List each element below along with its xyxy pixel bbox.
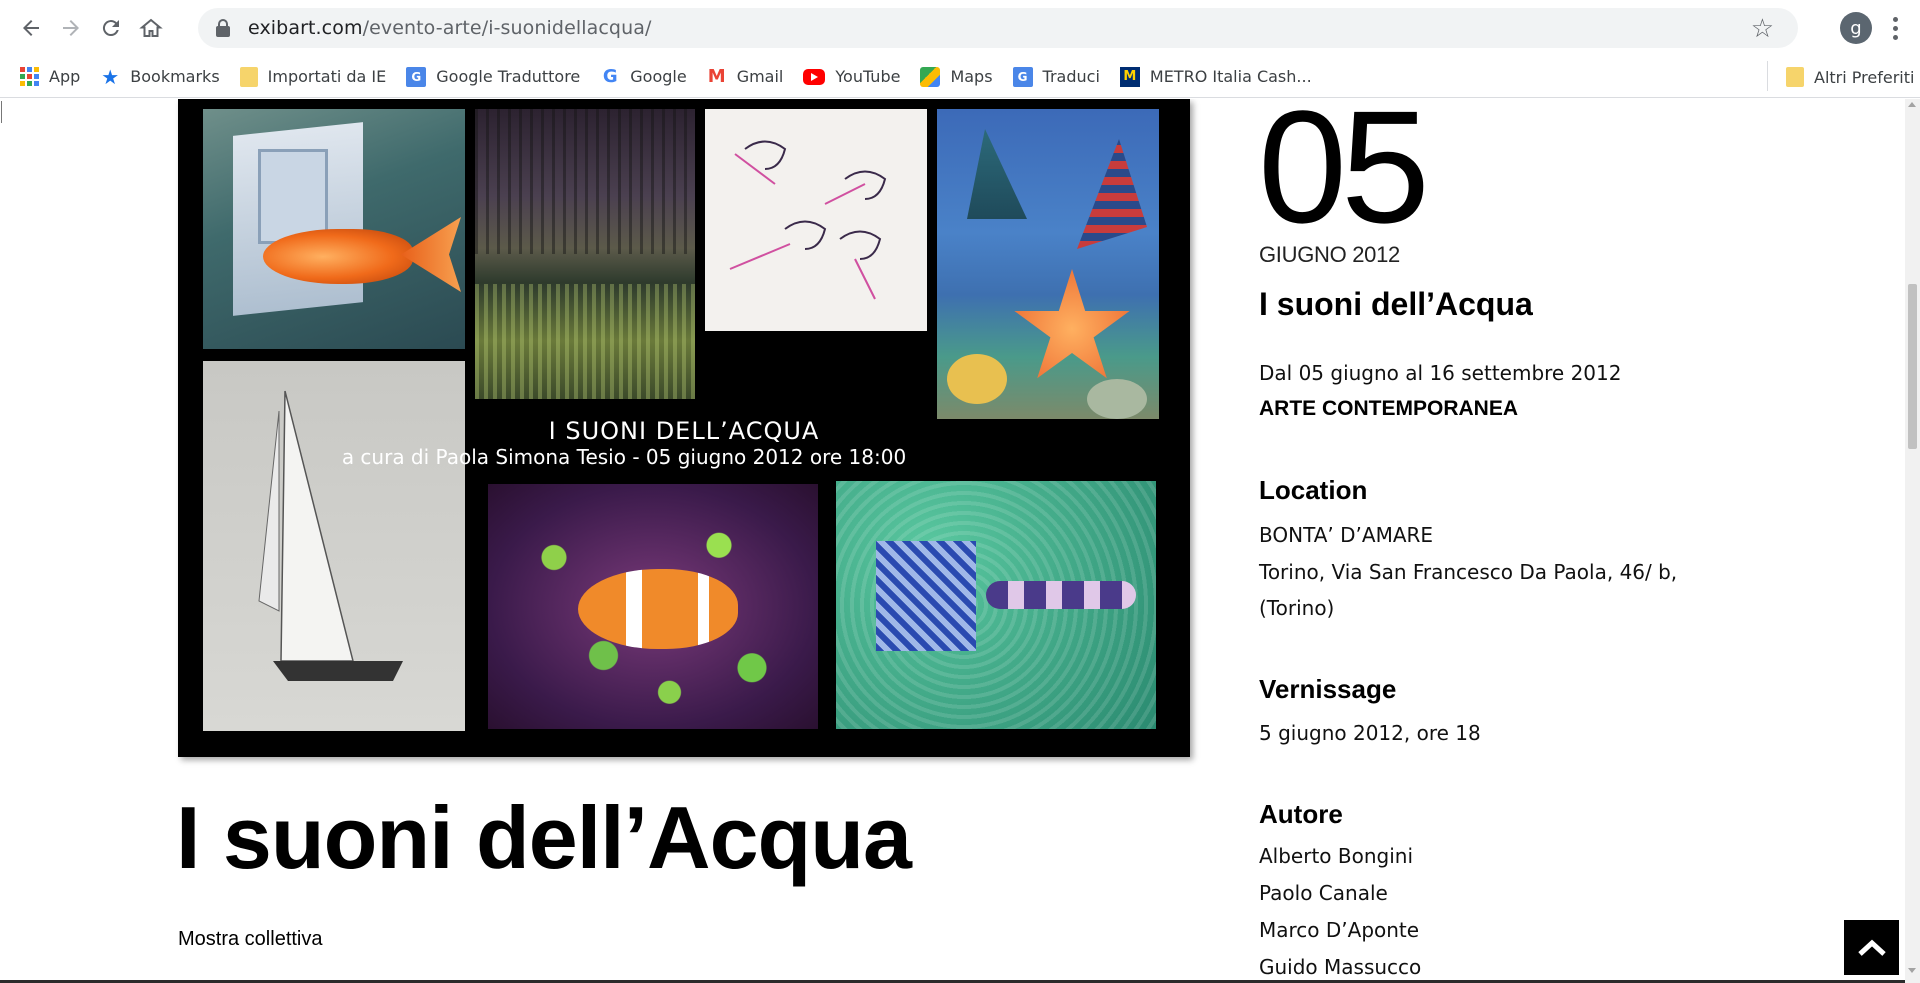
bookmark-label: Altri Preferiti xyxy=(1814,67,1915,87)
artwork-mosaic xyxy=(836,481,1156,729)
url-domain: exibart.com xyxy=(248,17,363,39)
vernissage-text: 5 giugno 2012, ore 18 xyxy=(1259,721,1481,745)
page-title: I suoni dell’Acqua xyxy=(176,788,912,887)
bookmark-metro[interactable]: M METRO Italia Cash... xyxy=(1110,61,1322,93)
bookmark-traduci[interactable]: G Traduci xyxy=(1003,61,1110,93)
bookmark-label: Google Traduttore xyxy=(436,67,581,86)
bookmark-label: App xyxy=(49,67,81,86)
vernissage-heading: Vernissage xyxy=(1259,674,1397,704)
address-bar[interactable]: exibart.com/evento-arte/i-suonidellacqua… xyxy=(198,8,1798,48)
location-address-line-2: (Torino) xyxy=(1259,596,1335,620)
bookmark-label: Bookmarks xyxy=(130,67,220,86)
bookmark-other[interactable]: Altri Preferiti xyxy=(1776,61,1920,93)
event-month-year: GIUGNO 2012 xyxy=(1259,242,1400,267)
back-to-top-button[interactable] xyxy=(1844,920,1899,975)
bookmarks-bar: App ★ Bookmarks Importati da IE G Google… xyxy=(0,56,1920,98)
bookmark-label: Gmail xyxy=(736,67,784,86)
poster-caption-title: I SUONI DELL’ACQUA xyxy=(548,417,820,445)
google-translate-icon: G xyxy=(1012,66,1033,87)
gmail-icon: M xyxy=(707,66,726,87)
event-dates: Dal 05 giugno al 16 settembre 2012 xyxy=(1259,361,1622,385)
scroll-up-arrow-icon[interactable] xyxy=(1908,102,1916,107)
youtube-icon xyxy=(803,68,826,85)
bookmark-importati[interactable]: Importati da IE xyxy=(230,61,397,93)
bookmark-label: Traduci xyxy=(1042,67,1100,86)
bookmark-app[interactable]: App xyxy=(10,61,90,93)
event-day-number: 05 xyxy=(1258,99,1430,256)
poster-caption-subtitle: a cura di Paola Simona Tesio - 05 giugno… xyxy=(341,445,907,469)
forward-arrow-icon[interactable] xyxy=(51,8,91,48)
bookmarks-separator xyxy=(1767,61,1768,91)
back-arrow-icon[interactable] xyxy=(11,8,51,48)
bookmark-gmail[interactable]: M Gmail xyxy=(697,61,794,93)
event-poster-image: I SUONI DELL’ACQUA a cura di Paola Simon… xyxy=(178,99,1190,757)
google-translate-icon: G xyxy=(406,66,427,87)
url-path: /evento-arte/i-suonidellacqua/ xyxy=(362,17,652,39)
bookmark-label: Maps xyxy=(950,67,993,86)
browser-toolbar: exibart.com/evento-arte/i-suonidellacqua… xyxy=(0,0,1920,56)
artwork-goldfish xyxy=(203,109,465,349)
author-heading: Autore xyxy=(1259,799,1343,829)
profile-avatar[interactable]: g xyxy=(1840,12,1872,44)
text-cursor xyxy=(1,101,2,123)
reload-icon[interactable] xyxy=(91,8,131,48)
folder-icon xyxy=(1786,67,1804,87)
author-link[interactable]: Marco D’Aponte xyxy=(1259,918,1419,942)
location-heading: Location xyxy=(1259,475,1368,505)
bookmark-bookmarks[interactable]: ★ Bookmarks xyxy=(90,61,229,93)
url-text[interactable]: exibart.com/evento-arte/i-suonidellacqua… xyxy=(248,17,651,39)
author-link[interactable]: Guido Massucco xyxy=(1259,955,1421,979)
home-icon[interactable] xyxy=(131,8,171,48)
author-link[interactable]: Paolo Canale xyxy=(1259,881,1388,905)
bookmark-label: Importati da IE xyxy=(267,67,387,86)
bookmark-label: Google xyxy=(630,67,687,86)
scroll-down-arrow-icon[interactable] xyxy=(1908,968,1916,973)
sidebar-event-title: I suoni dell’Acqua xyxy=(1259,286,1533,322)
artwork-jellyfish xyxy=(705,109,927,331)
folder-icon xyxy=(239,66,258,87)
metro-icon: M xyxy=(1119,66,1140,87)
artwork-starfish xyxy=(937,109,1159,419)
bookmark-maps[interactable]: Maps xyxy=(910,61,1002,93)
bookmark-youtube[interactable]: YouTube xyxy=(793,61,910,93)
google-icon: G xyxy=(602,66,618,87)
star-icon: ★ xyxy=(101,64,120,89)
bookmark-star-icon[interactable]: ☆ xyxy=(1751,14,1774,44)
location-name[interactable]: BONTA’ D’AMARE xyxy=(1259,523,1433,547)
artwork-forest xyxy=(475,109,695,399)
browser-menu-icon[interactable] xyxy=(1885,8,1905,48)
artwork-clownfish xyxy=(488,484,818,729)
author-link[interactable]: Alberto Bongini xyxy=(1259,844,1413,868)
bookmark-label: METRO Italia Cash... xyxy=(1149,67,1312,86)
lock-icon[interactable] xyxy=(216,19,230,37)
bookmark-google-traduttore[interactable]: G Google Traduttore xyxy=(396,61,590,93)
maps-icon xyxy=(920,66,941,87)
page-content: I SUONI DELL’ACQUA a cura di Paola Simon… xyxy=(0,99,1920,983)
page-scrollbar[interactable] xyxy=(1905,99,1920,983)
bookmark-google[interactable]: G Google xyxy=(590,61,696,93)
location-address-line-1: Torino, Via San Francesco Da Paola, 46/ … xyxy=(1259,560,1678,584)
event-type-text: Mostra collettiva xyxy=(178,928,323,950)
chevron-up-icon xyxy=(1857,939,1886,956)
apps-icon xyxy=(20,66,39,87)
event-category-link[interactable]: ARTE CONTEMPORANEA xyxy=(1259,397,1518,421)
scrollbar-thumb[interactable] xyxy=(1908,284,1917,449)
bookmark-label: YouTube xyxy=(835,67,901,86)
